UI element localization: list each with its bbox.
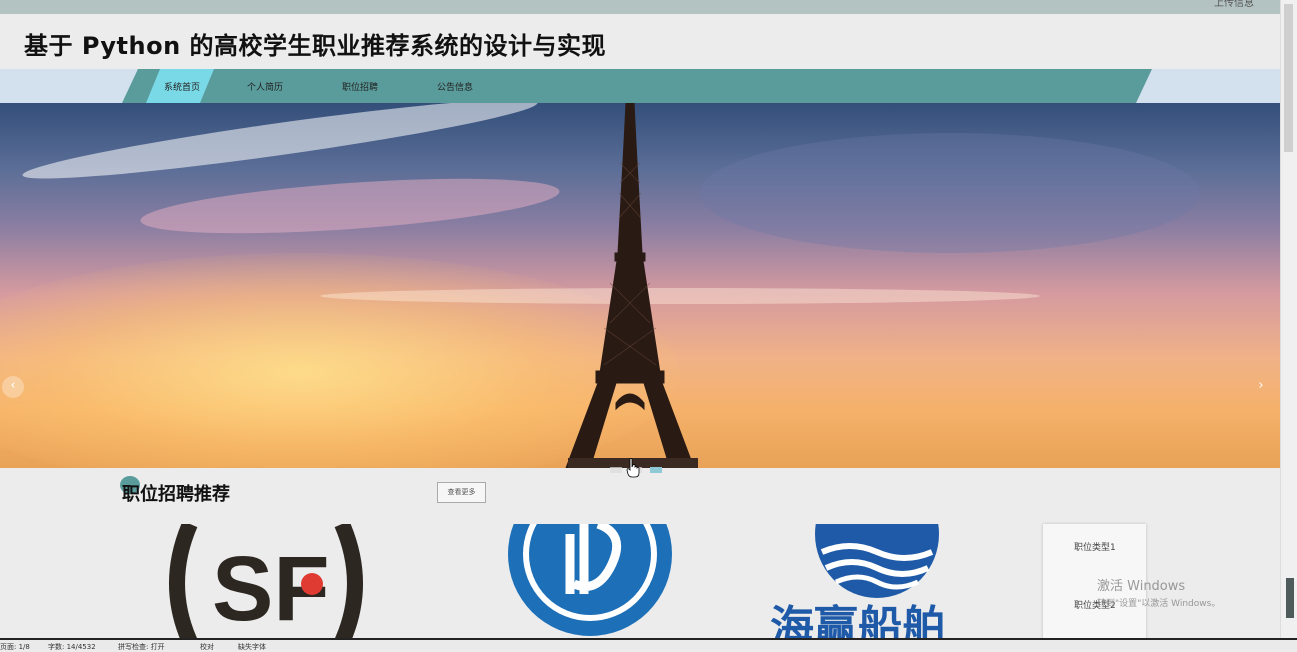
vertical-scrollbar[interactable] [1280,0,1297,638]
job-type-item[interactable]: 职位类型1 [1074,540,1116,553]
status-proofread[interactable]: 校对 [200,642,214,652]
page: 上传信息 基于 Python 的高校学生职业推荐系统的设计与实现 系统首页 个人… [0,0,1280,638]
section-title: 职位招聘推荐 [122,484,230,505]
main-nav: 系统首页 个人简历 职位招聘 公告信息 [0,69,1280,103]
scrollbar-thumb[interactable] [1284,4,1293,152]
status-spellcheck[interactable]: 拼写检查: 打开 [118,642,165,652]
cloud [138,168,562,244]
job-card-blue[interactable] [500,524,680,638]
carousel-next-button[interactable]: › [1250,376,1272,398]
carousel-dot[interactable] [610,467,622,473]
haiying-logo-image: 海赢船舶 [770,524,946,638]
top-strip: 上传信息 [0,0,1280,14]
watermark-title: 激活 Windows [1097,579,1186,594]
nav-item-resume[interactable]: 个人简历 [247,80,283,93]
title-bar: 基于 Python 的高校学生职业推荐系统的设计与实现 [0,14,1280,69]
carousel-prev-button[interactable]: ‹ [2,376,24,398]
status-bar: 页面: 1/8 字数: 14/4532 拼写检查: 打开 校对 缺失字体 [0,638,1297,652]
cloud [700,133,1200,253]
job-card-sf[interactable]: SF [160,524,390,638]
carousel-dot-active[interactable] [650,467,663,473]
haiying-logo-text: 海赢船舶 [770,602,946,638]
status-word-count: 字数: 14/4532 [48,643,96,651]
status-missing-fonts[interactable]: 缺失字体 [238,642,266,652]
sf-logo-image: SF [169,524,363,638]
nav-item-notices[interactable]: 公告信息 [437,80,473,93]
windows-activation-watermark: 激活 Windows 转到"设置"以激活 Windows。 [1097,575,1220,609]
nav-item-home[interactable]: 系统首页 [164,80,200,93]
hand-cursor-icon [626,458,640,478]
hero-carousel[interactable]: ‹ › [0,103,1280,468]
view-more-button[interactable]: 查看更多 [437,482,486,503]
user-link[interactable]: 上传信息 [1214,0,1254,9]
watermark-subtitle: 转到"设置"以激活 Windows。 [1097,599,1221,609]
blue-circle-logo-image [508,524,672,636]
status-page: 页面: 1/8 [0,643,30,651]
nav-item-jobs[interactable]: 职位招聘 [342,80,378,93]
page-title: 基于 Python 的高校学生职业推荐系统的设计与实现 [24,32,607,60]
job-card-haiying[interactable]: 海赢船舶 [760,524,1000,638]
scroll-handle[interactable] [1286,578,1294,618]
eiffel-tower-image [565,103,698,468]
